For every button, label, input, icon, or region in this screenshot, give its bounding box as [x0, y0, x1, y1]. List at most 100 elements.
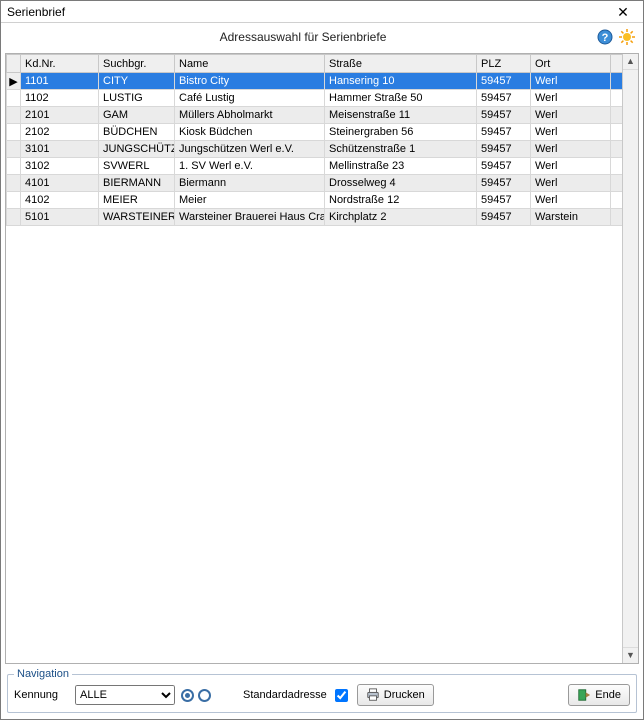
cell-strasse: Steinergraben 56: [325, 124, 477, 141]
row-marker: [7, 192, 21, 209]
svg-text:?: ?: [602, 32, 609, 44]
cell-kdnr: 2102: [21, 124, 99, 141]
row-marker: [7, 209, 21, 226]
cell-plz: 59457: [477, 90, 531, 107]
cell-strasse: Schützenstraße 1: [325, 141, 477, 158]
cell-plz: 59457: [477, 175, 531, 192]
subtitle: Adressauswahl für Serienbriefe: [9, 30, 597, 44]
kennung-select[interactable]: ALLE: [75, 685, 175, 705]
row-marker: [7, 124, 21, 141]
col-kdnr[interactable]: Kd.Nr.: [21, 55, 99, 73]
drucken-button[interactable]: Drucken: [357, 684, 434, 706]
cell-name: Warsteiner Brauerei Haus Cram: [175, 209, 325, 226]
scroll-up-icon[interactable]: ▲: [623, 54, 638, 70]
cell-tail: [611, 175, 623, 192]
row-marker: ▶: [7, 73, 21, 90]
row-marker: [7, 158, 21, 175]
cell-plz: 59457: [477, 158, 531, 175]
col-name[interactable]: Name: [175, 55, 325, 73]
cell-suchbgr: WARSTEINER: [99, 209, 175, 226]
cell-ort: Werl: [531, 158, 611, 175]
col-plz[interactable]: PLZ: [477, 55, 531, 73]
cell-kdnr: 3102: [21, 158, 99, 175]
help-icon[interactable]: ?: [597, 29, 613, 45]
cell-tail: [611, 192, 623, 209]
table-row[interactable]: 2102BÜDCHENKiosk BüdchenSteinergraben 56…: [7, 124, 623, 141]
cell-suchbgr: MEIER: [99, 192, 175, 209]
table-row[interactable]: 4102MEIERMeierNordstraße 1259457Werl: [7, 192, 623, 209]
navigation-group: Navigation Kennung ALLE Standardadresse …: [7, 668, 637, 713]
table-header-row: Kd.Nr. Suchbgr. Name Straße PLZ Ort: [7, 55, 623, 73]
ende-button[interactable]: Ende: [568, 684, 630, 706]
cell-strasse: Mellinstraße 23: [325, 158, 477, 175]
radio-option-1[interactable]: [181, 689, 194, 702]
address-table[interactable]: Kd.Nr. Suchbgr. Name Straße PLZ Ort ▶110…: [6, 54, 622, 226]
cell-name: Bistro City: [175, 73, 325, 90]
exit-icon: [577, 688, 591, 702]
col-suchbgr[interactable]: Suchbgr.: [99, 55, 175, 73]
cell-name: Meier: [175, 192, 325, 209]
dialog-window: Serienbrief ✕ Adressauswahl für Serienbr…: [0, 0, 644, 720]
cell-name: Kiosk Büdchen: [175, 124, 325, 141]
standardadresse-label[interactable]: Standardadresse: [243, 686, 351, 705]
vertical-scrollbar[interactable]: ▲ ▼: [622, 54, 638, 663]
cell-kdnr: 2101: [21, 107, 99, 124]
cell-strasse: Kirchplatz 2: [325, 209, 477, 226]
cell-name: Café Lustig: [175, 90, 325, 107]
row-marker: [7, 175, 21, 192]
cell-suchbgr: JUNGSCHÜTZ: [99, 141, 175, 158]
table-row[interactable]: 3102SVWERL1. SV Werl e.V.Mellinstraße 23…: [7, 158, 623, 175]
col-strasse[interactable]: Straße: [325, 55, 477, 73]
printer-icon: [366, 688, 380, 702]
cell-name: Biermann: [175, 175, 325, 192]
row-marker: [7, 90, 21, 107]
cell-ort: Werl: [531, 107, 611, 124]
cell-suchbgr: GAM: [99, 107, 175, 124]
table-row[interactable]: 2101GAMMüllers AbholmarktMeisenstraße 11…: [7, 107, 623, 124]
col-tail: [611, 55, 623, 73]
cell-plz: 59457: [477, 124, 531, 141]
standardadresse-checkbox[interactable]: [335, 689, 348, 702]
cell-tail: [611, 124, 623, 141]
col-ort[interactable]: Ort: [531, 55, 611, 73]
table-row[interactable]: 5101WARSTEINERWarsteiner Brauerei Haus C…: [7, 209, 623, 226]
cell-plz: 59457: [477, 141, 531, 158]
row-marker: [7, 141, 21, 158]
cell-strasse: Drosselweg 4: [325, 175, 477, 192]
cell-name: 1. SV Werl e.V.: [175, 158, 325, 175]
scroll-track[interactable]: [623, 70, 638, 647]
table-row[interactable]: 3101JUNGSCHÜTZJungschützen Werl e.V.Schü…: [7, 141, 623, 158]
table-row[interactable]: 1102LUSTIGCafé LustigHammer Straße 50594…: [7, 90, 623, 107]
table-row[interactable]: 4101BIERMANNBiermannDrosselweg 459457Wer…: [7, 175, 623, 192]
cell-kdnr: 1101: [21, 73, 99, 90]
cell-strasse: Hammer Straße 50: [325, 90, 477, 107]
cell-plz: 59457: [477, 73, 531, 90]
cell-suchbgr: BIERMANN: [99, 175, 175, 192]
cell-tail: [611, 73, 623, 90]
cell-tail: [611, 141, 623, 158]
cell-ort: Werl: [531, 192, 611, 209]
sun-icon[interactable]: [619, 29, 635, 45]
cell-suchbgr: BÜDCHEN: [99, 124, 175, 141]
cell-name: Jungschützen Werl e.V.: [175, 141, 325, 158]
address-table-container: Kd.Nr. Suchbgr. Name Straße PLZ Ort ▶110…: [5, 53, 639, 664]
cell-tail: [611, 90, 623, 107]
scroll-down-icon[interactable]: ▼: [623, 647, 638, 663]
close-button[interactable]: ✕: [605, 2, 641, 22]
titlebar: Serienbrief ✕: [1, 1, 643, 23]
cell-kdnr: 1102: [21, 90, 99, 107]
cell-kdnr: 4102: [21, 192, 99, 209]
table-row[interactable]: ▶1101CITYBistro CityHansering 1059457Wer…: [7, 73, 623, 90]
cell-strasse: Hansering 10: [325, 73, 477, 90]
cell-ort: Werl: [531, 90, 611, 107]
cell-strasse: Meisenstraße 11: [325, 107, 477, 124]
cell-kdnr: 3101: [21, 141, 99, 158]
kennung-label: Kennung: [14, 689, 69, 701]
cell-suchbgr: LUSTIG: [99, 90, 175, 107]
row-marker: [7, 107, 21, 124]
col-marker[interactable]: [7, 55, 21, 73]
radio-option-2[interactable]: [198, 689, 211, 702]
cell-ort: Werl: [531, 175, 611, 192]
cell-plz: 59457: [477, 192, 531, 209]
cell-tail: [611, 158, 623, 175]
